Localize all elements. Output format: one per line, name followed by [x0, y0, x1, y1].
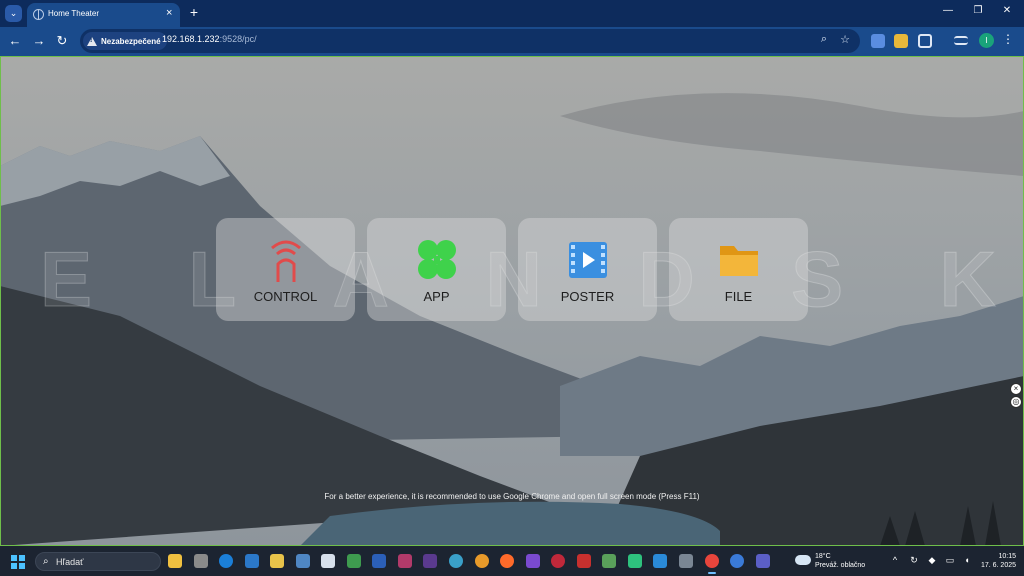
taskbar-search[interactable]: ⌕ Hľadať [35, 552, 161, 571]
folder-icon [720, 246, 758, 276]
extensions-puzzle-icon[interactable] [918, 34, 932, 48]
address-bar[interactable]: Nezabezpečené 192.168.1.232:9528/pc/ ⌕ ☆ [80, 29, 860, 53]
cloud-icon[interactable] [795, 555, 811, 565]
clover-icon [418, 240, 456, 279]
visual-studio-icon[interactable] [526, 554, 540, 568]
chrome-icon[interactable] [705, 554, 719, 568]
media-app-icon[interactable] [551, 554, 565, 568]
bookmark-star-icon[interactable]: ☆ [838, 33, 852, 46]
store-app-icon[interactable] [730, 554, 744, 568]
lightning-app-icon[interactable] [628, 554, 642, 568]
weather-description[interactable]: Preváž. oblačno [815, 562, 865, 569]
menu-tiles: CONTROL APP POSTER FILE [216, 218, 809, 321]
close-circle-icon[interactable]: × [1010, 383, 1022, 395]
filezilla-icon[interactable] [577, 554, 591, 568]
save-app-icon[interactable] [398, 554, 412, 568]
forward-button[interactable]: → [31, 33, 47, 49]
remote-desktop-icon[interactable] [602, 554, 616, 568]
security-chip-label: Nezabezpečené [101, 36, 161, 46]
new-tab-button[interactable]: + [186, 4, 202, 20]
people-app-icon[interactable] [270, 554, 284, 568]
film-play-icon [569, 242, 607, 278]
display-icon[interactable]: ▭ [944, 555, 956, 566]
shield-tray-icon[interactable]: ◆ [926, 555, 938, 566]
back-button[interactable]: ← [7, 33, 23, 49]
file-tile[interactable]: FILE [669, 218, 808, 321]
mail-app-icon[interactable] [475, 554, 489, 568]
poster-tile-label: POSTER [560, 289, 615, 304]
control-tile[interactable]: CONTROL [216, 218, 355, 321]
word-icon[interactable] [372, 554, 386, 568]
profile-avatar[interactable]: I [979, 33, 994, 48]
search-icon: ⌕ [43, 556, 49, 567]
edge-browser-icon[interactable] [219, 554, 233, 568]
globe-icon [33, 9, 44, 20]
firefox-icon[interactable] [500, 554, 514, 568]
volume-icon[interactable]: ◖ [961, 555, 973, 565]
browser-tab-strip: ⌄ Home Theater × + — ❐ ✕ [0, 0, 1024, 27]
security-chip[interactable]: Nezabezpečené [83, 32, 167, 50]
kebab-menu-icon[interactable]: ⋮ [1002, 32, 1014, 46]
poster-tile[interactable]: POSTER [518, 218, 657, 321]
sync-icon[interactable]: ↻ [908, 555, 920, 566]
translate-extension-icon[interactable] [871, 34, 885, 48]
restore-button[interactable]: ❐ [969, 5, 987, 16]
clock-date[interactable]: 17. 6. 2025 [979, 562, 1016, 569]
pen-tool-icon[interactable] [194, 554, 208, 568]
url-text[interactable]: 192.168.1.232:9528/pc/ [162, 34, 257, 44]
close-window-button[interactable]: ✕ [998, 5, 1016, 16]
active-app-indicator [708, 572, 716, 574]
url-path: :9528/pc/ [219, 34, 257, 44]
network-app-icon[interactable] [296, 554, 310, 568]
watermark-letter: E [39, 234, 97, 323]
globe-app-icon[interactable] [449, 554, 463, 568]
weather-temperature[interactable]: 18°C [815, 553, 831, 560]
windows-taskbar: ⌕ Hľadať 18°C Preváž. oblačno ^ ↻ ◆ ▭ ◖ … [0, 546, 1024, 576]
taskbar-search-placeholder: Hľadať [56, 557, 84, 567]
web-page: E L A N D S K CONTROL APP POSTER FILE Fo… [0, 56, 1024, 546]
extension-icon[interactable] [894, 34, 908, 48]
control-tile-label: CONTROL [253, 289, 318, 304]
tab-search-button[interactable]: ⌄ [5, 5, 22, 22]
windows-start-icon[interactable] [11, 555, 25, 569]
clock-time[interactable]: 10:15 [994, 553, 1016, 560]
fullscreen-hint: For a better experience, it is recommend… [324, 492, 700, 501]
app-tile-label: APP [423, 289, 450, 304]
calculator-icon[interactable] [679, 554, 693, 568]
zoom-icon[interactable]: ⌕ [817, 33, 831, 46]
media-controls-icon[interactable] [954, 36, 968, 45]
file-tile-label: FILE [724, 289, 753, 304]
chevron-down-icon: ⌄ [9, 8, 18, 18]
reload-button[interactable]: ↻ [54, 33, 70, 49]
chevron-up-icon[interactable]: ^ [889, 555, 901, 565]
remote-control-icon [271, 240, 301, 282]
file-explorer-icon[interactable] [168, 554, 182, 568]
tab-title: Home Theater [48, 9, 99, 18]
notepad-app-icon[interactable] [347, 554, 361, 568]
vscode-icon[interactable] [653, 554, 667, 568]
url-host: 192.168.1.232 [162, 34, 220, 44]
watermark-letter: K [939, 234, 1000, 323]
minimize-button[interactable]: — [939, 5, 957, 16]
teams-icon[interactable] [756, 554, 770, 568]
warning-icon [87, 36, 97, 46]
target-icon[interactable]: ◎ [1010, 396, 1022, 408]
video-editor-icon[interactable] [423, 554, 437, 568]
calendar-app-icon[interactable] [321, 554, 335, 568]
browser-tab[interactable]: Home Theater × [27, 3, 180, 27]
tip-app-icon[interactable] [245, 554, 259, 568]
app-tile[interactable]: APP [367, 218, 506, 321]
browser-toolbar: ← → ↻ Nezabezpečené 192.168.1.232:9528/p… [0, 27, 1024, 56]
close-tab-icon[interactable]: × [166, 7, 172, 19]
